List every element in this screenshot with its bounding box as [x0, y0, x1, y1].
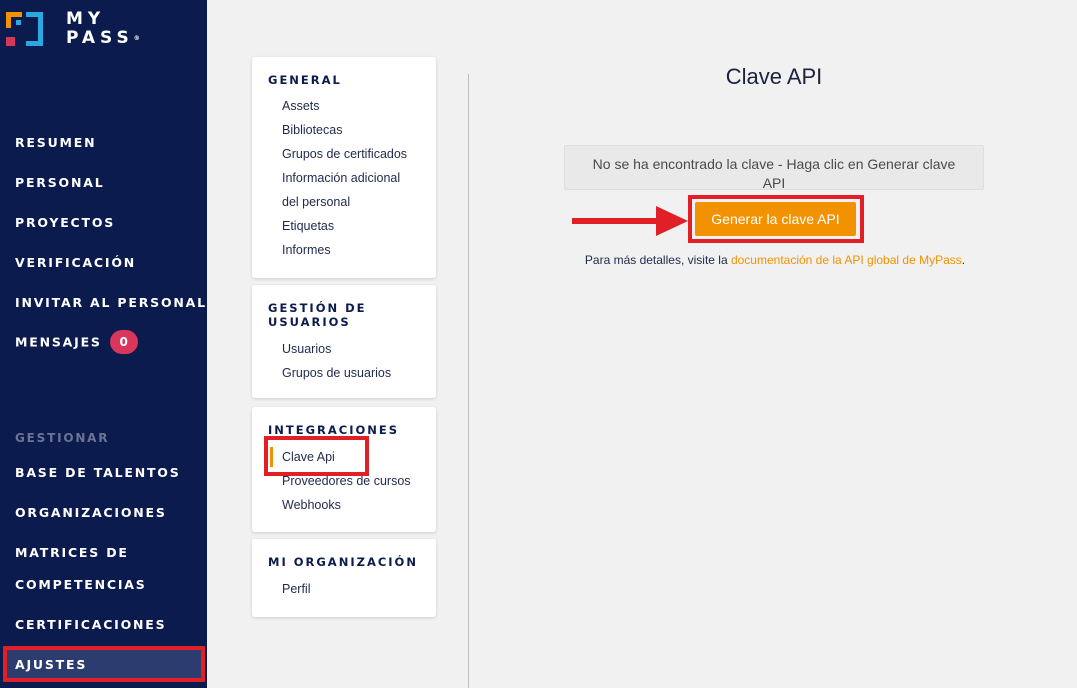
link-usuarios[interactable]: Usuarios — [282, 342, 331, 356]
nav-mensajes-label: MENSAJES — [15, 334, 102, 350]
nav-mensajes[interactable]: MENSAJES 0 — [15, 330, 138, 355]
messages-count-badge: 0 — [109, 330, 138, 354]
no-key-alert: No se ha encontrado la clave - Haga clic… — [564, 145, 984, 191]
page-title: Clave API — [725, 64, 823, 89]
organization-card: MI ORGANIZACIÓN Perfil — [252, 539, 436, 617]
section-gestionar: GESTIONAR — [15, 431, 110, 445]
arrow-right-icon — [572, 206, 688, 236]
nav-resumen[interactable]: RESUMEN — [15, 135, 96, 150]
logo-line-2: PASS — [66, 28, 134, 48]
content-divider — [468, 74, 469, 688]
organization-title: MI ORGANIZACIÓN — [268, 555, 418, 569]
api-docs-link[interactable]: documentación de la API global de MyPass — [731, 253, 962, 267]
nav-base-talentos[interactable]: BASE DE TALENTOS — [15, 465, 181, 480]
link-perfil[interactable]: Perfil — [282, 582, 310, 596]
general-title: GENERAL — [268, 73, 342, 87]
user-management-title-line-1: GESTIÓN DE — [268, 301, 367, 315]
nav-organizaciones[interactable]: ORGANIZACIONES — [15, 505, 167, 520]
link-informes[interactable]: Informes — [282, 243, 331, 257]
link-grupos-certificados[interactable]: Grupos de certificados — [282, 147, 407, 161]
sidebar: MY PASS® RESUMEN PERSONAL PROYECTOS VERI… — [0, 0, 207, 688]
generate-api-key-button[interactable]: Generar la clave API — [695, 202, 856, 236]
link-informacion-adicional[interactable]: Información adicional — [282, 171, 400, 185]
nav-matrices-line-1[interactable]: MATRICES DE — [15, 545, 129, 560]
general-settings-card: GENERAL Assets Bibliotecas Grupos de cer… — [252, 57, 436, 278]
nav-certificaciones[interactable]: CERTIFICACIONES — [15, 617, 166, 632]
logo-registered-mark: ® — [133, 35, 140, 42]
clave-api-highlight — [264, 436, 369, 476]
link-assets[interactable]: Assets — [282, 99, 320, 113]
link-grupos-usuarios[interactable]: Grupos de usuarios — [282, 366, 391, 380]
details-suffix: . — [961, 253, 966, 267]
nav-personal[interactable]: PERSONAL — [15, 175, 104, 190]
nav-ajustes[interactable]: AJUSTES — [15, 657, 87, 672]
integrations-title: INTEGRACIONES — [268, 423, 400, 437]
mypass-logo[interactable]: MY PASS® — [6, 8, 186, 48]
user-management-card: GESTIÓN DE USUARIOS Usuarios Grupos de u… — [252, 285, 436, 398]
link-proveedores-cursos[interactable]: Proveedores de cursos — [282, 474, 411, 488]
link-webhooks[interactable]: Webhooks — [282, 498, 341, 512]
link-informacion-adicional-line-2[interactable]: del personal — [282, 195, 350, 209]
logo-line-1: MY — [66, 9, 106, 29]
link-bibliotecas[interactable]: Bibliotecas — [282, 123, 342, 137]
link-etiquetas[interactable]: Etiquetas — [282, 219, 334, 233]
nav-invitar-personal[interactable]: INVITAR AL PERSONAL — [15, 295, 207, 310]
mypass-logo-icon — [6, 12, 43, 46]
nav-matrices-line-2[interactable]: COMPETENCIAS — [15, 577, 147, 592]
logo-wordmark: MY PASS® — [66, 10, 140, 48]
details-prefix: Para más detalles, visite la — [584, 253, 731, 267]
nav-verificacion[interactable]: VERIFICACIÓN — [15, 255, 136, 270]
nav-proyectos[interactable]: PROYECTOS — [15, 215, 115, 230]
details-text: Para más detalles, visite la documentaci… — [575, 253, 975, 267]
user-management-title-line-2: USUARIOS — [268, 315, 351, 329]
